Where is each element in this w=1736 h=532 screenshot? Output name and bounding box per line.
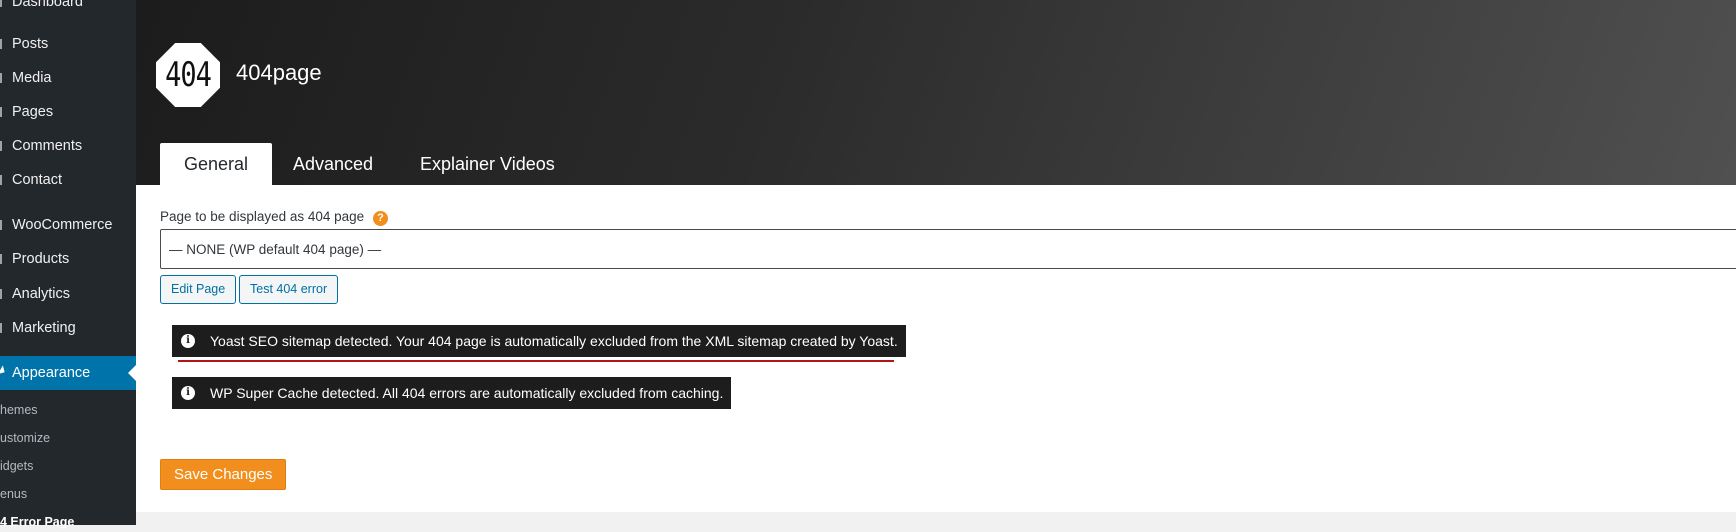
sidebar-item-comments[interactable]: Comments: [0, 134, 136, 158]
save-changes-button[interactable]: Save Changes: [160, 459, 287, 490]
appearance-icon: [0, 365, 8, 377]
404-logo-icon: 404: [156, 43, 220, 107]
yoast-notice-text: Yoast SEO sitemap detected. Your 404 pag…: [210, 333, 898, 349]
wp-super-cache-notice: i WP Super Cache detected. All 404 error…: [172, 377, 732, 409]
posts-icon: [0, 39, 2, 49]
sidebar-item-pages[interactable]: Pages: [0, 100, 136, 124]
info-icon: i: [181, 386, 195, 400]
submenu-item-themes[interactable]: hemes: [0, 400, 38, 420]
dashboard-icon: [0, 0, 2, 7]
admin-sidebar: Dashboard Posts Media Pages Comments Con…: [0, 0, 136, 529]
products-icon: [0, 254, 2, 264]
sidebar-item-posts[interactable]: Posts: [0, 32, 136, 56]
submenu-item-widgets[interactable]: idgets: [0, 456, 33, 476]
sidebar-item-media[interactable]: Media: [0, 66, 136, 90]
sidebar-item-dashboard[interactable]: Dashboard: [0, 0, 136, 14]
info-icon: i: [181, 334, 195, 348]
tab-advanced[interactable]: Advanced: [293, 143, 373, 185]
submenu-item-404-error-page[interactable]: 4 Error Page: [0, 512, 74, 532]
contact-icon: [0, 175, 2, 185]
edit-page-button[interactable]: Edit Page: [160, 275, 237, 304]
page-404-label: Page to be displayed as 404 page: [160, 209, 365, 224]
sidebar-item-analytics[interactable]: Analytics: [0, 282, 136, 306]
sidebar-item-products[interactable]: Products: [0, 247, 136, 271]
page-title: 404page: [236, 60, 322, 85]
plugin-header: [136, 0, 1736, 185]
logo-text: 404: [165, 55, 212, 95]
sidebar-item-woocommerce[interactable]: WooCommerce: [0, 213, 136, 237]
red-underline-annotation: [178, 360, 894, 362]
sidebar-item-contact[interactable]: Contact: [0, 168, 136, 192]
analytics-icon: [0, 289, 2, 299]
page-404-select[interactable]: — NONE (WP default 404 page) —: [160, 229, 1736, 269]
tab-explainer-videos[interactable]: Explainer Videos: [420, 143, 555, 185]
marketing-icon: [0, 323, 2, 333]
media-icon: [0, 73, 2, 83]
yoast-notice: i Yoast SEO sitemap detected. Your 404 p…: [172, 325, 906, 357]
cache-notice-text: WP Super Cache detected. All 404 errors …: [210, 385, 724, 401]
tab-general[interactable]: General: [160, 143, 273, 185]
pages-icon: [0, 107, 2, 117]
woocommerce-icon: [0, 220, 2, 230]
sidebar-item-marketing[interactable]: Marketing: [0, 316, 136, 340]
help-icon[interactable]: ?: [373, 211, 388, 226]
comments-icon: [0, 141, 2, 151]
submenu-item-customize[interactable]: ustomize: [0, 428, 50, 448]
sidebar-item-appearance[interactable]: Appearance: [0, 356, 136, 390]
submenu-item-menus[interactable]: enus: [0, 484, 27, 504]
test-404-error-button[interactable]: Test 404 error: [239, 275, 339, 304]
